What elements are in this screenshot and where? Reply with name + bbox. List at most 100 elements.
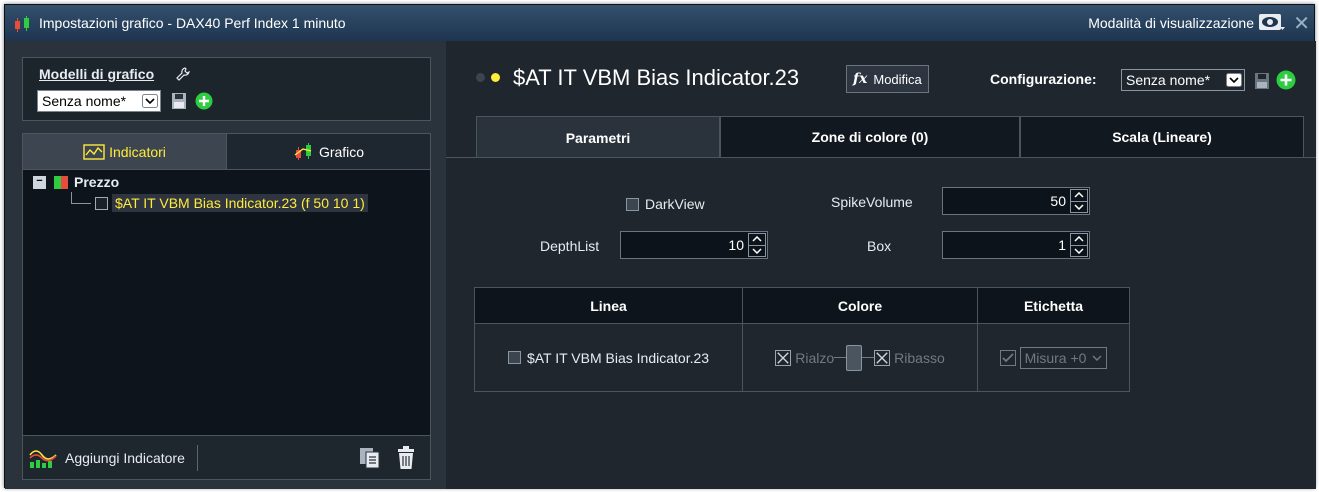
tab-indicatori[interactable]: Indicatori (23, 134, 226, 170)
line-checkbox[interactable] (507, 351, 521, 364)
ribasso-label: Ribasso (894, 349, 945, 366)
modifica-button[interactable]: fx Modifica (846, 65, 929, 93)
status-dot-active (491, 73, 500, 82)
settings-window: Impostazioni grafico - DAX40 Perf Index … (4, 4, 1316, 489)
tab-grafico[interactable]: Grafico (226, 134, 430, 170)
add-icon[interactable] (1276, 70, 1296, 90)
right-panel: $AT IT VBM Bias Indicator.23 fx Modifica… (446, 41, 1316, 489)
chart-models-box: Modelli di grafico Senza nome* (22, 57, 431, 121)
modifica-label: Modifica (873, 71, 922, 87)
chevron-up-icon[interactable] (1071, 190, 1087, 202)
chevron-down-icon[interactable] (1071, 246, 1087, 257)
check-icon (999, 349, 1016, 366)
rialzo-color-swatch (775, 349, 792, 366)
save-icon[interactable] (171, 92, 187, 110)
ribasso-color-swatch (874, 349, 891, 366)
header-colore: Colore (742, 287, 978, 324)
rialzo-label: Rialzo (795, 349, 835, 366)
tab-scala[interactable]: Scala (Lineare) (1020, 116, 1304, 158)
add-icon[interactable] (195, 92, 213, 110)
tab-indicatori-label: Indicatori (109, 143, 166, 160)
wrench-icon[interactable] (175, 66, 191, 82)
box-label: Box (867, 238, 892, 254)
status-dot-inactive (476, 73, 485, 82)
label-cell: Misura +0 (977, 323, 1130, 392)
stepper-arrows[interactable] (748, 233, 766, 257)
chevron-down-icon (1226, 73, 1242, 87)
line-cell: $AT IT VBM Bias Indicator.23 (474, 323, 743, 392)
config-label: Configurazione: (990, 71, 1097, 87)
chart-candles-icon (294, 142, 312, 160)
line-label: $AT IT VBM Bias Indicator.23 (526, 349, 710, 366)
stepper-arrows[interactable] (1070, 189, 1088, 213)
model-select[interactable]: Senza nome* (37, 90, 161, 112)
left-bottom-bar: Aggiungi Indicatore (23, 435, 430, 479)
color-cell-content: Rialzo Ribasso (743, 344, 977, 371)
title-bar: Impostazioni grafico - DAX40 Perf Index … (5, 5, 1314, 41)
chevron-up-icon[interactable] (1071, 234, 1087, 246)
chevron-down-icon (142, 94, 158, 108)
tab-parametri-label: Parametri (565, 129, 631, 146)
link-line (834, 357, 847, 358)
left-panel: Modelli di grafico Senza nome* Indicator… (5, 41, 446, 489)
copy-icon[interactable] (358, 446, 382, 470)
add-indicator-label: Aggiungi Indicatore (65, 449, 185, 466)
line-cell-content: $AT IT VBM Bias Indicator.23 (475, 350, 742, 366)
left-tabs: Indicatori Grafico (23, 134, 430, 170)
misura-select: Misura +0 (1019, 346, 1108, 369)
chevron-down-icon (1092, 355, 1102, 361)
trash-icon[interactable] (396, 446, 416, 470)
chevron-down-icon[interactable] (749, 246, 765, 257)
indicator-checkbox[interactable] (95, 196, 108, 210)
chart-candles-icon (15, 16, 29, 32)
box-value: 1 (1058, 237, 1066, 253)
save-icon[interactable] (1254, 72, 1270, 90)
tree-node-indicator-label: $AT IT VBM Bias Indicator.23 (f 50 10 1) (112, 194, 368, 212)
spikevolume-value: 50 (1050, 193, 1066, 209)
window-title: Impostazioni grafico - DAX40 Perf Index … (39, 15, 346, 31)
tab-divider (446, 157, 1316, 158)
tree-node-indicator[interactable]: $AT IT VBM Bias Indicator.23 (f 50 10 1) (71, 192, 368, 212)
model-select-value: Senza nome* (42, 93, 127, 109)
tree-node-prezzo-label: Prezzo (74, 174, 120, 190)
close-icon[interactable]: ✕ (1293, 11, 1310, 36)
tab-zone-colore[interactable]: Zone di colore (0) (720, 116, 1020, 158)
indicator-title: $AT IT VBM Bias Indicator.23 (513, 65, 800, 90)
darkview-checkbox[interactable] (626, 197, 639, 211)
box-stepper[interactable]: 1 (942, 231, 1090, 259)
status-dots (476, 73, 506, 82)
tab-parametri[interactable]: Parametri (476, 116, 720, 158)
tree-node-prezzo[interactable]: − Prezzo (33, 174, 119, 190)
eye-icon[interactable] (1258, 13, 1286, 33)
view-mode-label[interactable]: Modalità di visualizzazione (1088, 15, 1254, 31)
darkview-label: DarkView (645, 196, 705, 212)
price-bars-icon (54, 175, 68, 189)
spikevolume-label: SpikeVolume (831, 194, 913, 210)
spikevolume-stepper[interactable]: 50 (942, 187, 1090, 215)
chevron-up-icon[interactable] (749, 234, 765, 246)
right-tabs: Parametri Zone di colore (0) Scala (Line… (476, 116, 1304, 158)
depthlist-value: 10 (728, 237, 744, 253)
depthlist-stepper[interactable]: 10 (620, 231, 768, 259)
chart-models-label[interactable]: Modelli di grafico (39, 66, 154, 82)
darkview-checkbox-row[interactable]: DarkView (626, 196, 705, 212)
config-select[interactable]: Senza nome* (1121, 69, 1245, 91)
collapse-icon[interactable]: − (33, 175, 46, 189)
label-cell-content: Misura +0 (978, 346, 1129, 369)
function-icon: fx (853, 71, 868, 87)
link-line (862, 357, 875, 358)
lines-table: Linea Colore Etichetta $AT IT VBM Bias I… (474, 287, 1130, 392)
tab-zone-colore-label: Zone di colore (0) (811, 129, 929, 145)
add-indicator-button[interactable]: Aggiungi Indicatore (23, 447, 185, 469)
tab-grafico-label: Grafico (318, 143, 365, 160)
header-etichetta: Etichetta (977, 287, 1130, 324)
chevron-down-icon[interactable] (1071, 202, 1087, 213)
add-indicator-icon (29, 449, 57, 468)
chain-link-icon (846, 344, 863, 371)
stepper-arrows[interactable] (1070, 233, 1088, 257)
config-select-value: Senza nome* (1126, 72, 1211, 88)
indicator-chart-icon (83, 143, 105, 160)
tree-connector (71, 192, 91, 204)
misura-value: Misura +0 (1024, 349, 1087, 366)
color-cell: Rialzo Ribasso (742, 323, 978, 392)
